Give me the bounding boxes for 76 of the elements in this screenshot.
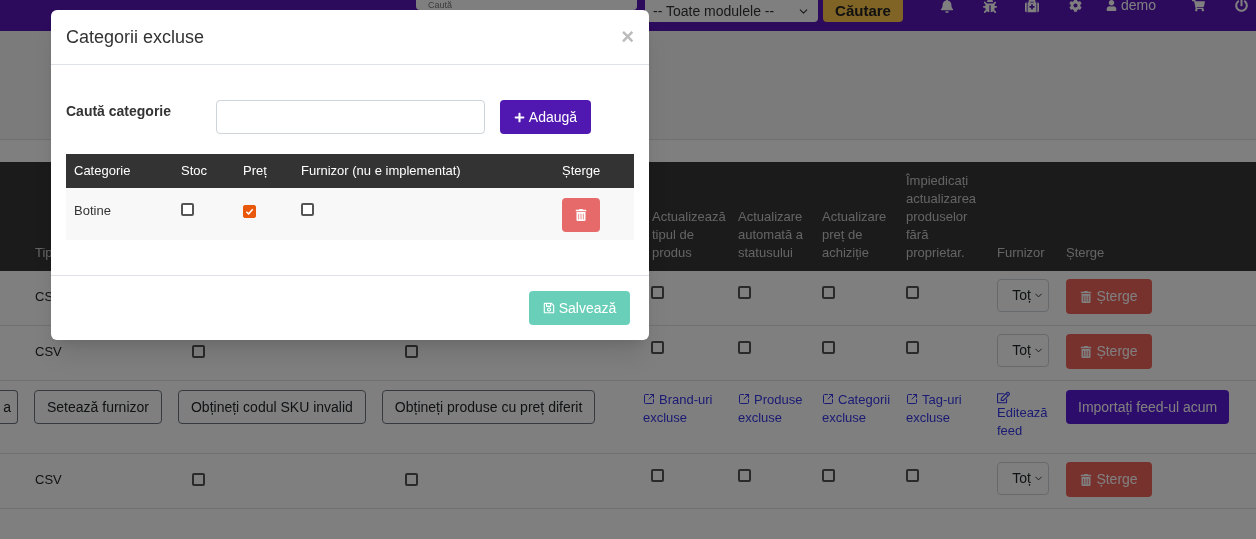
action-button[interactable]: Setează furnizor [34, 390, 162, 424]
checkbox[interactable] [906, 469, 919, 482]
column-header: Împiedicați actualizarea produselor fără proprietar. [906, 173, 977, 260]
column-header: Furnizor (nu e implementat) [300, 162, 462, 181]
column-header: Stoc [180, 162, 208, 181]
column-header: Preț [242, 162, 268, 181]
delete-button[interactable]: Șterge [1066, 462, 1152, 497]
trash-icon [1080, 473, 1093, 486]
delete-button[interactable] [562, 198, 600, 232]
action-button[interactable]: a [0, 390, 18, 424]
cart-icon[interactable] [1192, 0, 1206, 12]
checkbox[interactable] [405, 345, 418, 358]
external-link-icon [738, 393, 750, 405]
delete-button[interactable]: Șterge [1066, 334, 1152, 369]
checkbox[interactable] [906, 286, 919, 299]
delete-button[interactable]: Șterge [1066, 279, 1152, 314]
search-button[interactable]: Căutare [823, 0, 903, 22]
column-header: Categorie [73, 162, 132, 181]
user-menu[interactable]: demo [1106, 0, 1157, 16]
supplier-select[interactable]: Toț [997, 462, 1049, 495]
checkbox[interactable] [822, 341, 835, 354]
checkbox[interactable] [738, 286, 751, 299]
add-button[interactable]: Adaugă [500, 100, 591, 134]
feed-type: CSV [35, 472, 62, 487]
checkbox[interactable] [822, 469, 835, 482]
trash-icon [1080, 290, 1093, 303]
link[interactable]: Categorii excluse [822, 391, 894, 427]
checkbox[interactable] [405, 473, 418, 486]
action-button[interactable]: Obțineți codul SKU invalid [177, 390, 366, 424]
checkbox[interactable] [192, 345, 205, 358]
category-search-field[interactable] [216, 100, 485, 134]
import-button[interactable]: Importați feed-ul acum [1066, 390, 1230, 424]
bell-icon[interactable] [940, 0, 954, 13]
external-link-icon [906, 393, 918, 405]
power-icon[interactable] [1235, 0, 1249, 12]
checkbox[interactable] [181, 203, 194, 216]
module-select[interactable]: -- Toate modulele -- [645, 0, 818, 22]
checkbox[interactable] [906, 341, 919, 354]
edit-icon [997, 391, 1010, 404]
link[interactable]: Brand-uri excluse [643, 391, 726, 427]
save-icon [542, 302, 555, 314]
settings-icon[interactable] [1069, 0, 1082, 12]
user-icon [1106, 0, 1117, 11]
feed-type: CSV [35, 344, 62, 359]
checkbox[interactable] [301, 203, 314, 216]
checkbox[interactable] [738, 341, 751, 354]
medkit-icon[interactable] [1025, 0, 1039, 13]
link[interactable]: Tag-uri excluse [906, 391, 985, 427]
checkbox[interactable] [651, 341, 664, 354]
supplier-select[interactable]: Toț [997, 334, 1049, 367]
external-link-icon [822, 393, 834, 405]
checkbox[interactable] [243, 205, 256, 218]
modal-title: Categorii excluse [66, 25, 205, 49]
action-button[interactable]: Obțineți produse cu preț diferit [381, 390, 596, 424]
link[interactable]: Produse excluse [738, 391, 810, 427]
checkbox[interactable] [651, 469, 664, 482]
column-header: Furnizor [997, 245, 1045, 260]
plus-icon [513, 111, 525, 123]
trash-icon [1080, 345, 1093, 358]
category-name: Botine [74, 203, 111, 218]
checkbox[interactable] [822, 286, 835, 299]
supplier-select[interactable]: Toț [997, 279, 1049, 312]
bug-icon[interactable] [983, 0, 997, 13]
trash-icon [575, 209, 587, 221]
column-header: Actualizează tipul de produs [652, 209, 726, 260]
search-label: Caută categorie [66, 102, 173, 121]
checkbox[interactable] [651, 286, 664, 299]
column-header: Actualizare preț de achiziție [822, 209, 887, 260]
checkbox[interactable] [738, 469, 751, 482]
edit-link[interactable]: Editează feed [997, 391, 1058, 440]
checkbox[interactable] [192, 473, 205, 486]
column-header: Actualizare automată a statusului [738, 209, 804, 260]
column-header: Șterge [561, 162, 602, 181]
search-field[interactable]: Caută [416, 0, 637, 10]
external-link-icon [643, 393, 655, 405]
column-header: Șterge [1066, 245, 1105, 260]
